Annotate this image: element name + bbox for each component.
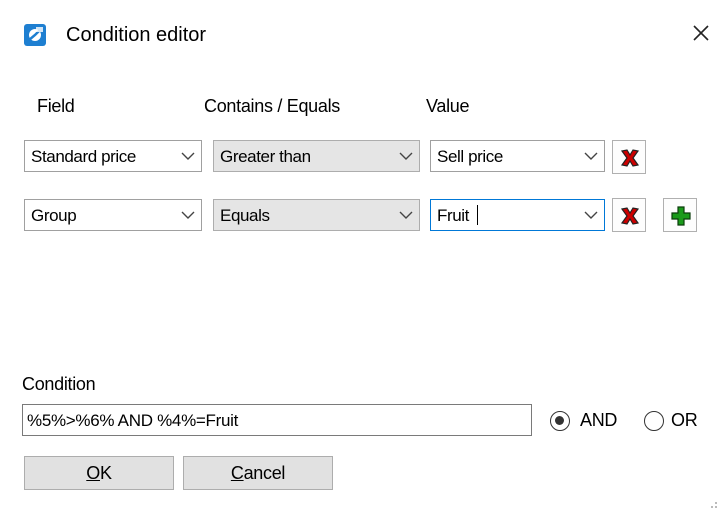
red-x-delete-icon [620,149,640,167]
resize-grip[interactable] [706,496,718,508]
operator-combo-row-1-text: Greater than [220,147,311,166]
close-button[interactable] [686,18,716,48]
add-row-button[interactable] [663,198,697,232]
operator-header: Contains / Equals [204,96,340,116]
chevron-down-icon [399,211,413,219]
operator-combo-row-2-text: Equals [220,206,270,225]
and-radio-button[interactable] [550,411,570,431]
delete-row-2-button[interactable] [612,198,646,232]
and-radio-option[interactable]: AND [550,408,638,434]
delete-row-1-button[interactable] [612,140,646,174]
text-caret [477,205,478,225]
or-radio-option[interactable]: OR [644,408,720,434]
red-x-delete-icon [620,207,640,225]
resize-grip-icon [711,502,717,508]
chevron-down-icon [181,152,195,160]
field-combo-row-1[interactable]: Standard price [24,140,202,172]
value-header: Value [426,96,470,116]
close-icon [693,25,709,41]
chevron-down-icon [584,152,598,160]
value-combo-row-1-text: Sell price [437,147,503,166]
window-title: Condition editor [66,24,207,46]
ok-button[interactable]: OK [24,456,174,490]
condition-expression-text: %5%>%6% AND %4%=Fruit [27,411,239,430]
title-bar: Condition editor [0,0,725,70]
value-combo-row-2-text: Fruit [437,206,470,225]
radio-selected-dot [555,416,564,425]
green-plus-add-icon [671,206,691,226]
chevron-down-icon [181,211,195,219]
field-combo-row-2-text: Group [31,206,77,225]
chevron-down-icon [584,211,598,219]
or-radio-button[interactable] [644,411,664,431]
condition-expression-input[interactable]: %5%>%6% AND %4%=Fruit [22,404,532,436]
condition-label: Condition [22,374,96,394]
ok-button-accelerator: O [86,463,100,483]
value-combo-row-2[interactable]: Fruit [430,199,605,231]
field-combo-row-1-text: Standard price [31,147,136,166]
cancel-button[interactable]: Cancel [183,456,333,490]
cancel-button-label: ancel [243,463,286,483]
field-combo-row-2[interactable]: Group [24,199,202,231]
field-header: Field [37,96,75,116]
or-radio-label: OR [671,410,698,430]
chevron-down-icon [399,152,413,160]
ok-button-label: K [99,463,112,483]
value-combo-row-1[interactable]: Sell price [430,140,605,172]
app-icon [24,24,46,46]
and-radio-label: AND [580,410,618,430]
operator-combo-row-2[interactable]: Equals [213,199,420,231]
operator-combo-row-1[interactable]: Greater than [213,140,420,172]
cancel-button-accelerator: C [230,463,244,483]
